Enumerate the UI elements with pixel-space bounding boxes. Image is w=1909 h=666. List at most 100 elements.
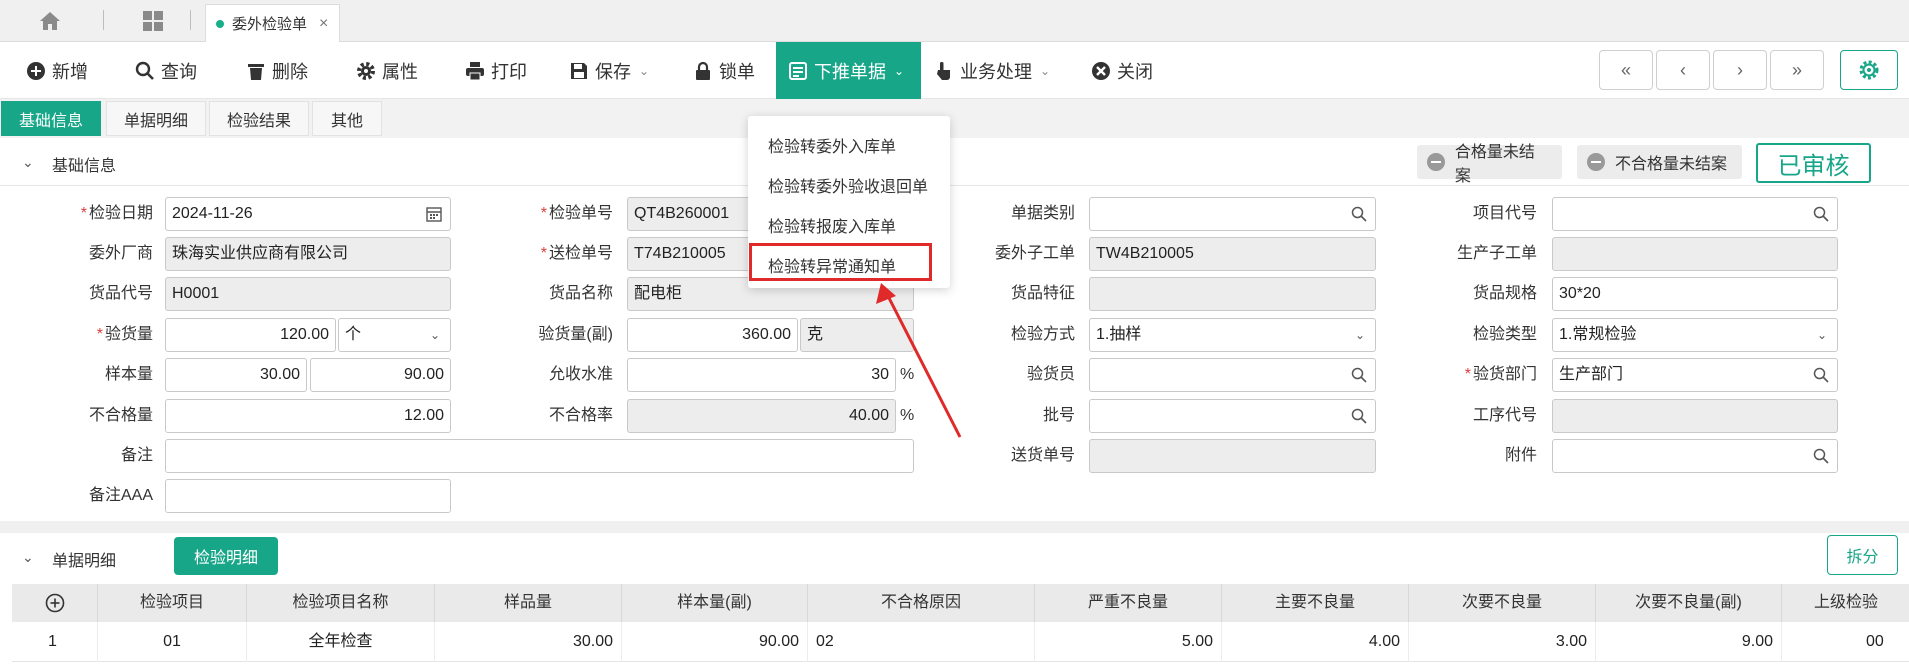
next-record-button[interactable]: › (1713, 50, 1767, 90)
push-down-button[interactable]: 下推单据 ⌄ (776, 42, 921, 99)
split-button[interactable]: 拆分 (1827, 535, 1898, 575)
cell-minor-sub[interactable]: 9.00 (1596, 622, 1782, 662)
tab-strip: 委外检验单 × (0, 0, 1909, 42)
detail-table-header: 检验项目 检验项目名称 样品量 样本量(副) 不合格原因 严重不良量 主要不良量… (12, 584, 1909, 622)
search-icon[interactable] (1813, 206, 1829, 222)
cell-sample-qty[interactable]: 30.00 (435, 622, 622, 662)
qty-field[interactable]: 120.00 (165, 318, 336, 352)
accept-field[interactable]: 30 (627, 358, 896, 392)
tab-basic-info[interactable]: 基础信息 (1, 101, 101, 136)
method-select[interactable]: 1.抽样 ⌄ (1089, 318, 1376, 352)
search-icon[interactable] (1351, 367, 1367, 383)
tab-inspection-doc[interactable]: 委外检验单 × (205, 4, 340, 42)
menu-item-to-scrap-inbound[interactable]: 检验转报废入库单 (768, 213, 896, 237)
plus-circle-icon (27, 61, 45, 80)
inspect-date-field[interactable]: 2024-11-26 (165, 197, 451, 231)
unqualified-unclosed-toggle[interactable]: 不合格量未结案 (1577, 145, 1742, 179)
calendar-icon[interactable] (426, 206, 442, 222)
attach-field[interactable] (1552, 439, 1838, 473)
cell-sample-sub[interactable]: 90.00 (622, 622, 808, 662)
bill-type-label: 单据类别 (1010, 205, 1075, 222)
qty-sub-field[interactable]: 360.00 (627, 318, 798, 352)
search-icon[interactable] (1813, 448, 1829, 464)
col-inspect-item-name: 检验项目名称 (247, 584, 435, 622)
sample-field-1[interactable]: 30.00 (165, 358, 307, 392)
search-icon[interactable] (1813, 367, 1829, 383)
home-icon[interactable] (38, 10, 62, 32)
table-row[interactable]: 1 01 全年检查 30.00 90.00 02 5.00 4.00 3.00 … (12, 622, 1909, 662)
push-down-label: 下推单据 (814, 61, 886, 82)
save-button[interactable]: 保存 ⌄ (569, 42, 649, 99)
qty-unit-select[interactable]: 个 ⌄ (338, 318, 451, 352)
print-label: 打印 (491, 61, 527, 82)
inspector-field[interactable] (1089, 358, 1376, 392)
cell-inspect-item[interactable]: 01 (98, 622, 247, 662)
cell-inspect-item-name[interactable]: 全年检查 (247, 622, 435, 662)
query-label: 查询 (161, 61, 197, 82)
batch-field[interactable] (1089, 399, 1376, 433)
search-icon[interactable] (1351, 206, 1367, 222)
close-button[interactable]: 关闭 (1091, 42, 1153, 99)
item-code-label: 货品代号 (88, 285, 153, 302)
bad-qty-field[interactable]: 12.00 (165, 399, 451, 433)
col-sample-qty: 样品量 (435, 584, 622, 622)
chevron-down-icon[interactable]: ⌄ (22, 154, 34, 171)
cell-severe[interactable]: 5.00 (1035, 622, 1222, 662)
remark-field[interactable] (165, 439, 914, 473)
settings-button[interactable] (1840, 50, 1898, 90)
chevron-down-icon: ⌄ (1040, 63, 1051, 78)
properties-button[interactable]: 属性 (356, 42, 418, 99)
toolbar: 新增 查询 删除 属性 打印 保存 ⌄ 锁单 下推单据 ⌄ 业务处理 ⌄ 关闭 … (0, 42, 1909, 99)
properties-label: 属性 (382, 61, 418, 82)
tab-bill-detail[interactable]: 单据明细 (106, 101, 206, 136)
dept-field[interactable]: 生产部门 (1552, 358, 1838, 392)
cell-major[interactable]: 4.00 (1222, 622, 1409, 662)
cell-minor[interactable]: 3.00 (1409, 622, 1596, 662)
add-row-cell[interactable] (12, 584, 98, 622)
qualified-unclosed-toggle[interactable]: 合格量未结案 (1417, 144, 1562, 185)
plus-circle-icon[interactable] (45, 593, 65, 613)
remark-aaa-label: 备注AAA (88, 487, 153, 504)
apps-grid-icon[interactable] (142, 10, 164, 32)
last-record-button[interactable]: » (1770, 50, 1824, 90)
query-button[interactable]: 查询 (135, 42, 197, 99)
item-spec-label: 货品规格 (1472, 285, 1537, 302)
close-tab-icon[interactable]: × (319, 15, 328, 33)
business-label: 业务处理 (960, 61, 1032, 82)
chevron-down-icon[interactable]: ⌄ (22, 549, 34, 566)
prod-sub-order-field (1552, 237, 1838, 271)
col-severe: 严重不良量 (1035, 584, 1222, 622)
lock-button[interactable]: 锁单 (693, 42, 755, 99)
delete-button[interactable]: 删除 (246, 42, 308, 99)
tab-inspect-result[interactable]: 检验结果 (209, 101, 309, 136)
item-spec-field[interactable]: 30*20 (1552, 277, 1838, 311)
menu-item-to-outsource-inbound[interactable]: 检验转委外入库单 (768, 133, 896, 157)
business-button[interactable]: 业务处理 ⌄ (934, 42, 1050, 99)
project-code-field[interactable] (1552, 197, 1838, 231)
close-label: 关闭 (1117, 61, 1153, 82)
remark-aaa-field[interactable] (165, 479, 451, 513)
cell-upper[interactable]: 00 (1782, 622, 1909, 662)
sample-field-2[interactable]: 90.00 (310, 358, 451, 392)
prev-record-button[interactable]: ‹ (1656, 50, 1710, 90)
new-button[interactable]: 新增 (26, 42, 88, 99)
batch-label: 批号 (1042, 407, 1075, 424)
status-badge: 已审核 (1756, 143, 1871, 183)
menu-item-to-outsource-return[interactable]: 检验转委外验收退回单 (768, 173, 928, 197)
tab-other[interactable]: 其他 (312, 101, 382, 136)
document-list-icon (789, 61, 807, 80)
sub-order-label: 委外子工单 (994, 245, 1075, 262)
row-index: 1 (12, 622, 98, 662)
type-select[interactable]: 1.常规检验 ⌄ (1552, 318, 1838, 352)
hand-pointer-icon (937, 61, 950, 80)
print-button[interactable]: 打印 (465, 42, 527, 99)
inspect-detail-tab[interactable]: 检验明细 (174, 537, 278, 575)
trash-icon (248, 63, 264, 80)
pill-label: 不合格量未结案 (1615, 156, 1728, 173)
pill-label: 合格量未结案 (1454, 144, 1535, 185)
method-label: 检验方式 (1010, 326, 1075, 343)
first-record-button[interactable]: « (1599, 50, 1653, 90)
search-icon[interactable] (1351, 408, 1367, 424)
cell-reason[interactable]: 02 (808, 622, 1035, 662)
bill-type-field[interactable] (1089, 197, 1376, 231)
